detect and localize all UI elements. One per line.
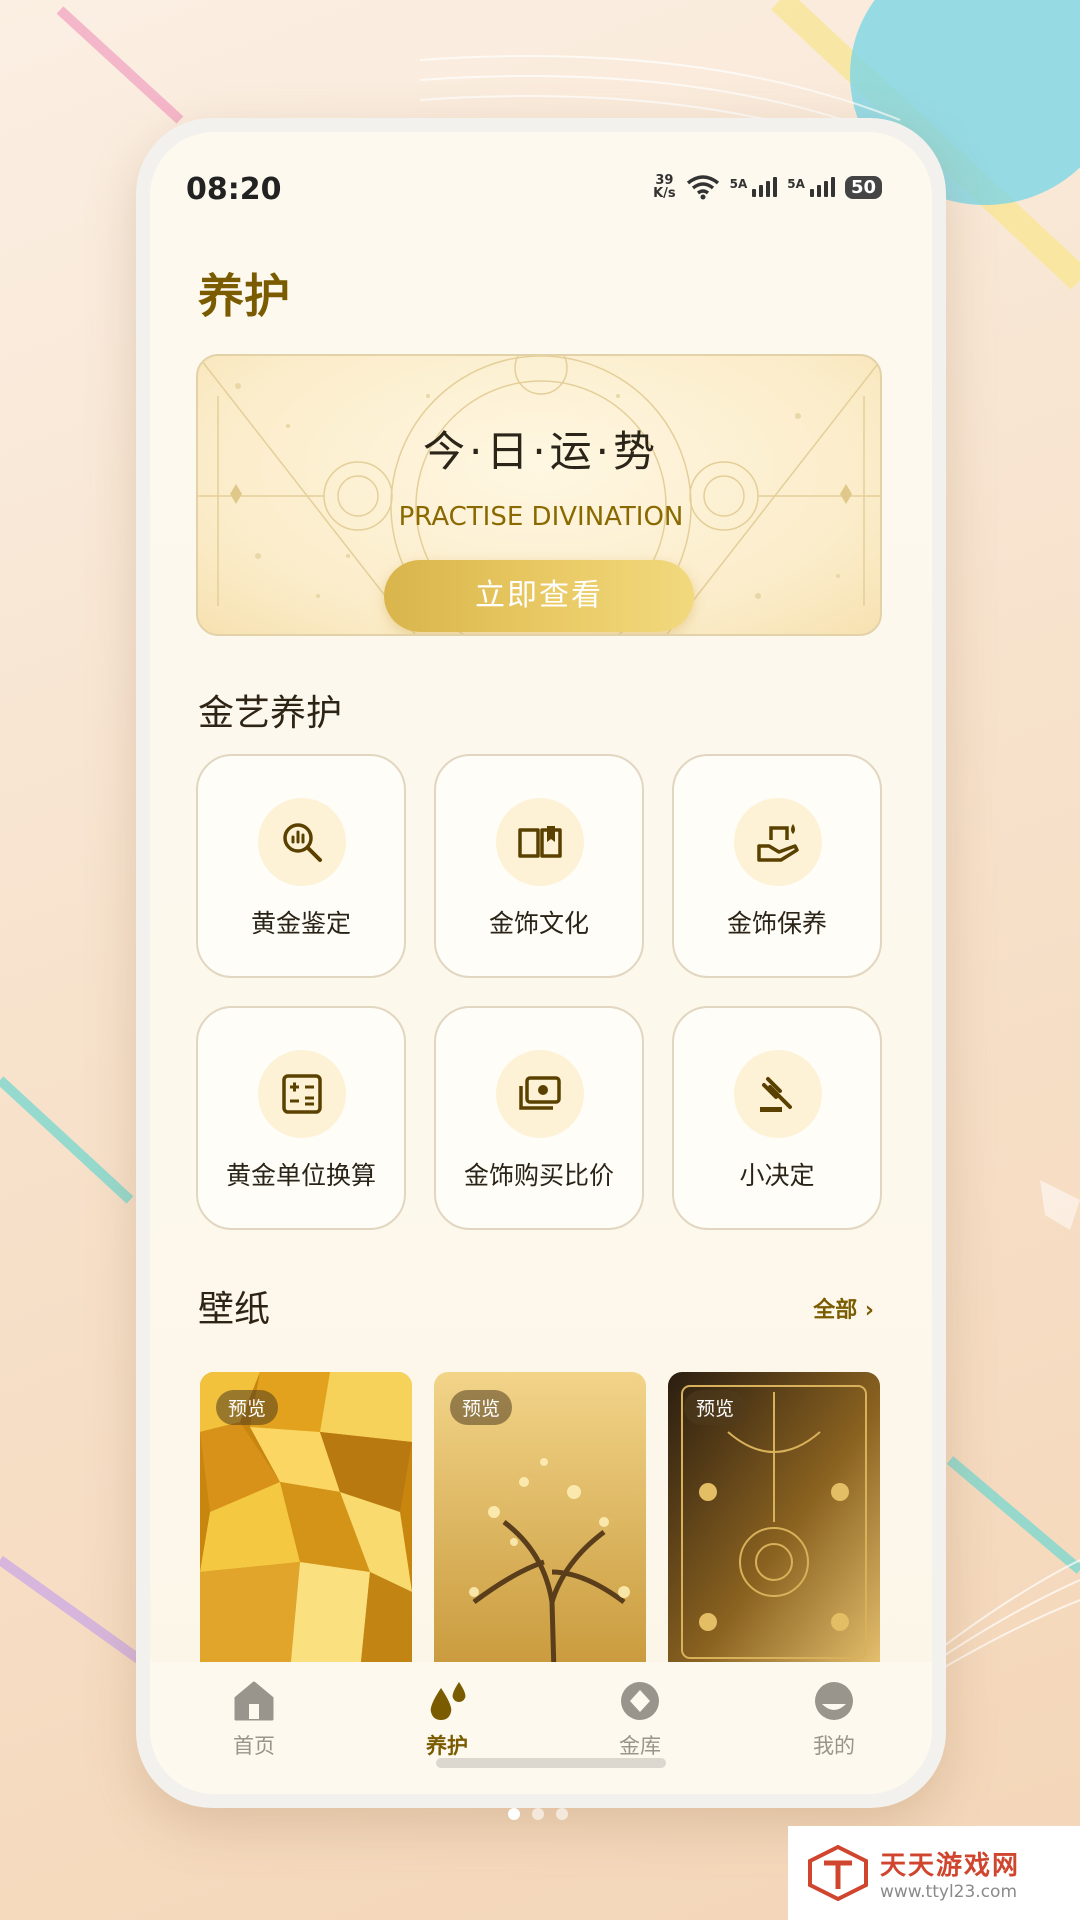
care-item-gold-culture[interactable]: 金饰文化	[434, 754, 644, 978]
view-now-button[interactable]: 立即查看	[384, 560, 694, 632]
watermark-url: www.ttyl23.com	[880, 1881, 1018, 1902]
open-book-icon	[518, 826, 562, 858]
care-item-price-compare[interactable]: 金饰购买比价	[434, 1006, 644, 1230]
tab-home[interactable]: 首页	[194, 1680, 314, 1760]
chevron-right-icon: ›	[857, 1298, 874, 1323]
status-bar: 08:20 39 K/s 5A 5A 50	[150, 172, 932, 222]
tab-label: 首页	[233, 1734, 275, 1758]
preview-badge: 预览	[216, 1390, 279, 1425]
wallpaper-item-gold-nuggets[interactable]: 预览	[200, 1372, 412, 1672]
hand-care-icon	[757, 824, 799, 862]
signal-2-icon: 5A	[787, 177, 835, 197]
tab-care[interactable]: 养护	[387, 1680, 507, 1760]
care-item-gold-identify[interactable]: 黄金鉴定	[196, 754, 406, 978]
signal-1-label: 5A	[729, 177, 748, 191]
gavel-icon	[760, 1077, 792, 1112]
view-all-label: 全部	[813, 1298, 858, 1323]
home-icon	[234, 1681, 274, 1721]
tab-label: 金库	[619, 1734, 661, 1758]
fortune-banner[interactable]: 今·日·运·势 PRACTISE DIVINATION 立即查看	[196, 354, 882, 636]
care-item-label: 金饰购买比价	[463, 1161, 614, 1190]
net-speed: 39 K/s	[653, 174, 676, 200]
page-title: 养护	[198, 269, 290, 323]
bottom-tab-bar: 首页 养护 金库 我的	[150, 1662, 932, 1794]
wallpaper-item-gold-ornament[interactable]: 预览	[668, 1372, 880, 1672]
money-icon	[519, 1076, 561, 1110]
care-item-label: 金饰保养	[726, 909, 827, 938]
tab-vault[interactable]: 金库	[580, 1680, 700, 1760]
wifi-icon	[686, 175, 719, 200]
care-item-label: 金饰文化	[488, 909, 589, 938]
watermark-logo-icon	[808, 1845, 868, 1901]
view-all-link[interactable]: 全部 ›	[813, 1292, 874, 1324]
care-section-title: 金艺养护	[198, 693, 343, 734]
care-item-label: 黄金鉴定	[250, 909, 351, 938]
status-time: 08:20	[186, 172, 282, 207]
tab-label: 我的	[813, 1734, 855, 1758]
care-item-gold-maintenance[interactable]: 金饰保养	[672, 754, 882, 978]
phone-frame: 08:20 39 K/s 5A 5A 50 养护 今·日·运·势 PRACTIS…	[136, 118, 946, 1808]
signal-2-label: 5A	[787, 177, 805, 191]
app-screen: 08:20 39 K/s 5A 5A 50 养护 今·日·运·势 PRACTIS…	[150, 132, 932, 1794]
wallpaper-item-golden-tree[interactable]: 预览	[434, 1372, 646, 1672]
banner-subtitle: PRACTISE DIVINATION	[398, 502, 684, 532]
care-item-small-decision[interactable]: 小决定	[672, 1006, 882, 1230]
banner-title: 今·日·运·势	[422, 427, 660, 476]
care-item-label: 小决定	[739, 1161, 815, 1190]
diamond-coin-icon	[621, 1682, 659, 1720]
profile-icon	[815, 1682, 853, 1720]
wallpaper-section-title: 壁纸	[198, 1289, 271, 1330]
preview-badge: 预览	[450, 1390, 513, 1425]
preview-badge: 预览	[684, 1390, 747, 1425]
signal-1-icon: 5A	[730, 177, 778, 197]
drops-icon	[430, 1682, 466, 1720]
watermark-name: 天天游戏网	[880, 1850, 1021, 1881]
page-indicator	[508, 1808, 568, 1820]
care-item-unit-conversion[interactable]: 黄金单位换算	[196, 1006, 406, 1230]
home-indicator[interactable]	[436, 1758, 666, 1768]
tab-mine[interactable]: 我的	[774, 1680, 894, 1760]
tab-label: 养护	[426, 1734, 468, 1758]
magnifier-chart-icon	[283, 823, 322, 862]
care-item-label: 黄金单位换算	[225, 1161, 376, 1190]
watermark: 天天游戏网 www.ttyl23.com	[788, 1826, 1080, 1920]
battery-icon: 50	[844, 175, 882, 199]
calculator-icon	[282, 1074, 322, 1114]
net-speed-unit: K/s	[653, 186, 676, 201]
